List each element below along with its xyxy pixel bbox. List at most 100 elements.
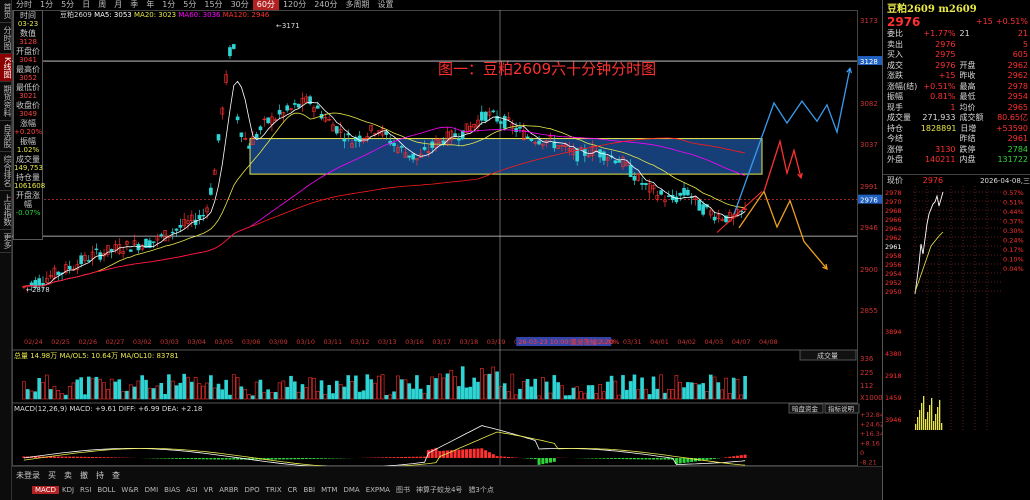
volume-bar <box>487 373 492 400</box>
indicator-tab-0[interactable]: MACD <box>32 486 59 494</box>
indicator-tab-16[interactable]: EXPMA <box>363 486 393 494</box>
indicator-tab-6[interactable]: BIAS <box>161 486 183 494</box>
period-tab-13[interactable]: 120分 <box>279 0 310 10</box>
macd-histogram <box>22 447 747 465</box>
indicator-tab-14[interactable]: MTM <box>318 486 340 494</box>
sub-vol-bar <box>939 400 941 430</box>
indicator-tab-13[interactable]: BBI <box>300 486 318 494</box>
quote-row-label: 外盘 <box>887 155 903 164</box>
indicator-tab-12[interactable]: CR <box>285 486 301 494</box>
candle-body <box>266 117 270 124</box>
indicator-tab-4[interactable]: W&R <box>118 486 141 494</box>
indicator-tab-18[interactable]: 神算子蛟龙4号 <box>413 485 465 495</box>
info-label-2: 开盘价 <box>16 47 40 56</box>
period-tab-10[interactable]: 15分 <box>200 0 226 10</box>
indicator-tab-11[interactable]: TRIX <box>263 486 285 494</box>
quote-row-2: 买入 2975 605 <box>883 50 1030 61</box>
volume-bar <box>384 395 389 400</box>
nav-item-1[interactable]: 分时图 <box>0 23 12 54</box>
period-tab-3[interactable]: 日 <box>78 0 94 10</box>
volume-bar <box>243 388 248 400</box>
indicator-tab-3[interactable]: BOLL <box>94 486 118 494</box>
trade-btn-1[interactable]: 买 <box>48 470 56 481</box>
volume-bar <box>621 375 625 400</box>
period-tab-5[interactable]: 月 <box>110 0 126 10</box>
period-tab-8[interactable]: 1分 <box>158 0 179 10</box>
candle-body <box>357 135 362 143</box>
quote-row-0: 委比 +1.77% 21 21 <box>883 29 1030 40</box>
period-tab-16[interactable]: 设置 <box>374 0 398 10</box>
nav-item-4[interactable]: 自选股 <box>0 121 12 153</box>
indicator-tab-19[interactable]: 猎3个点 <box>465 485 496 495</box>
period-tab-7[interactable]: 年 <box>142 0 158 10</box>
sub-date: 2026-04-08,三 <box>980 176 1030 185</box>
date-label: 03/30 <box>596 338 615 346</box>
volume-bar <box>29 390 34 400</box>
volume-bar <box>155 385 160 400</box>
volume-bar <box>380 374 385 400</box>
volume-bar <box>60 393 64 400</box>
indicator-tab-7[interactable]: ASI <box>183 486 200 494</box>
candle-body <box>392 143 396 146</box>
nav-item-7[interactable]: 更多 <box>0 230 12 254</box>
candle-body <box>239 132 244 137</box>
period-tab-9[interactable]: 5分 <box>179 0 200 10</box>
volume-bar <box>445 373 450 400</box>
indicator-tab-10[interactable]: DPO <box>242 486 263 494</box>
trade-btn-4[interactable]: 持 <box>96 470 104 481</box>
nav-item-3[interactable]: 期货资料 <box>0 82 12 122</box>
volume-bar <box>312 377 316 400</box>
indicator-tab-15[interactable]: DMA <box>340 486 362 494</box>
period-tab-15[interactable]: 多周期 <box>342 0 374 10</box>
volume-bar <box>258 379 263 400</box>
nav-item-0[interactable]: 首页 <box>0 0 12 23</box>
candle-body <box>159 234 164 236</box>
period-tab-11[interactable]: 30分 <box>227 0 253 10</box>
nav-item-6[interactable]: 上证指数 <box>0 191 12 231</box>
trade-btn-2[interactable]: 卖 <box>64 470 72 481</box>
volume-bar <box>163 393 167 400</box>
crosshair-info-panel: 时间 03-23 数值 3128 开盘价 3041 最高价 3052 最低价 3021 收盘价 304… <box>13 10 45 240</box>
period-tab-14[interactable]: 240分 <box>310 0 341 10</box>
period-tab-6[interactable]: 季 <box>126 0 142 10</box>
trade-btn-3[interactable]: 撤 <box>80 470 88 481</box>
quote-row-8: 成交量 271,933 成交额 80.65亿 <box>883 113 1030 124</box>
trade-btn-0[interactable]: 未登录 <box>16 470 40 481</box>
volume-bar <box>174 385 179 400</box>
period-tab-4[interactable]: 周 <box>94 0 110 10</box>
indicator-tab-2[interactable]: RSI <box>77 486 94 494</box>
period-tab-2[interactable]: 5分 <box>57 0 78 10</box>
period-tab-12[interactable]: 60分 <box>252 0 279 10</box>
indicator-tab-5[interactable]: DMI <box>142 486 162 494</box>
nav-item-2[interactable]: K线图 <box>0 54 12 83</box>
quote-row-value2: 5 <box>1022 39 1028 49</box>
macd-button-label: 指标说明 <box>828 404 855 413</box>
volume-bar <box>182 373 186 400</box>
period-tab-1[interactable]: 1分 <box>36 0 57 10</box>
info-label-5: 收盘价 <box>16 101 40 110</box>
trade-btn-5[interactable]: 查 <box>112 470 120 481</box>
volume-bar <box>212 387 217 400</box>
indicator-tab-8[interactable]: VR <box>201 486 217 494</box>
indicator-tab-9[interactable]: ARBR <box>216 486 241 494</box>
quote-pct: +0.51% <box>995 17 1028 26</box>
volume-bar <box>415 375 419 400</box>
macd-legend: MACD(12,26,9) MACD: +9.61 DIFF: +6.99 DE… <box>14 405 202 413</box>
volume-bar <box>468 386 473 400</box>
volume-bar <box>228 394 232 400</box>
volume-bar <box>728 393 732 400</box>
indicator-tab-17[interactable]: 图书 <box>393 485 413 495</box>
quote-row-value2: 2962 <box>1007 71 1028 80</box>
price-tick: 2976 <box>860 197 878 205</box>
period-tab-0[interactable]: 分时 <box>12 0 36 10</box>
quote-row-value2: 2978 <box>1007 81 1028 91</box>
volume-bar <box>541 377 545 400</box>
sub-tick: 2978 <box>885 189 902 197</box>
quote-change: +15 <box>975 17 993 26</box>
volume-bar <box>247 394 251 400</box>
indicator-tab-1[interactable]: KDJ <box>59 486 77 494</box>
nav-item-5[interactable]: 综合排名 <box>0 152 12 192</box>
sub-vol-bar <box>941 423 943 430</box>
sub-vol-bar <box>925 419 927 430</box>
candle-body <box>285 105 290 111</box>
